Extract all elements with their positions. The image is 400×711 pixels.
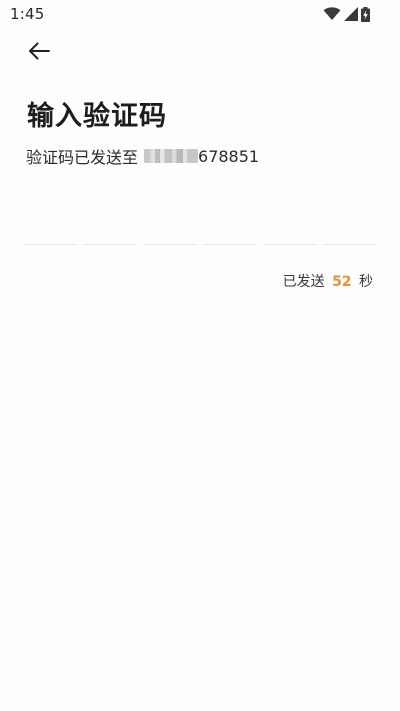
wifi-icon: [323, 7, 341, 21]
countdown-prefix: 已发送: [282, 274, 325, 290]
code-digit-5[interactable]: [264, 236, 316, 245]
phone-number: 678851: [144, 147, 259, 166]
phone-number-visible: 678851: [198, 146, 260, 166]
verification-code-input[interactable]: [24, 236, 376, 246]
code-digit-6[interactable]: [324, 236, 376, 245]
sent-to-text: 验证码已发送至 678851: [26, 144, 259, 168]
countdown-seconds: 52: [332, 274, 352, 290]
code-digit-4[interactable]: [204, 236, 256, 245]
code-digit-3[interactable]: [144, 236, 196, 245]
status-bar: 1:45: [0, 0, 400, 28]
sent-to-label: 验证码已发送至: [26, 148, 139, 167]
code-digit-1[interactable]: [24, 236, 76, 245]
status-time: 1:45: [10, 5, 45, 23]
battery-charging-icon: [361, 6, 370, 22]
code-digit-2[interactable]: [84, 236, 136, 245]
arrow-left-icon: [28, 42, 50, 64]
resend-countdown: 已发送 52 秒: [283, 271, 373, 291]
back-button[interactable]: [22, 38, 56, 68]
cellular-signal-icon: [344, 7, 358, 21]
countdown-suffix: 秒: [359, 274, 373, 290]
status-icons: [323, 6, 370, 22]
phone-number-redacted: [144, 149, 199, 163]
page-title: 输入验证码: [27, 101, 167, 132]
